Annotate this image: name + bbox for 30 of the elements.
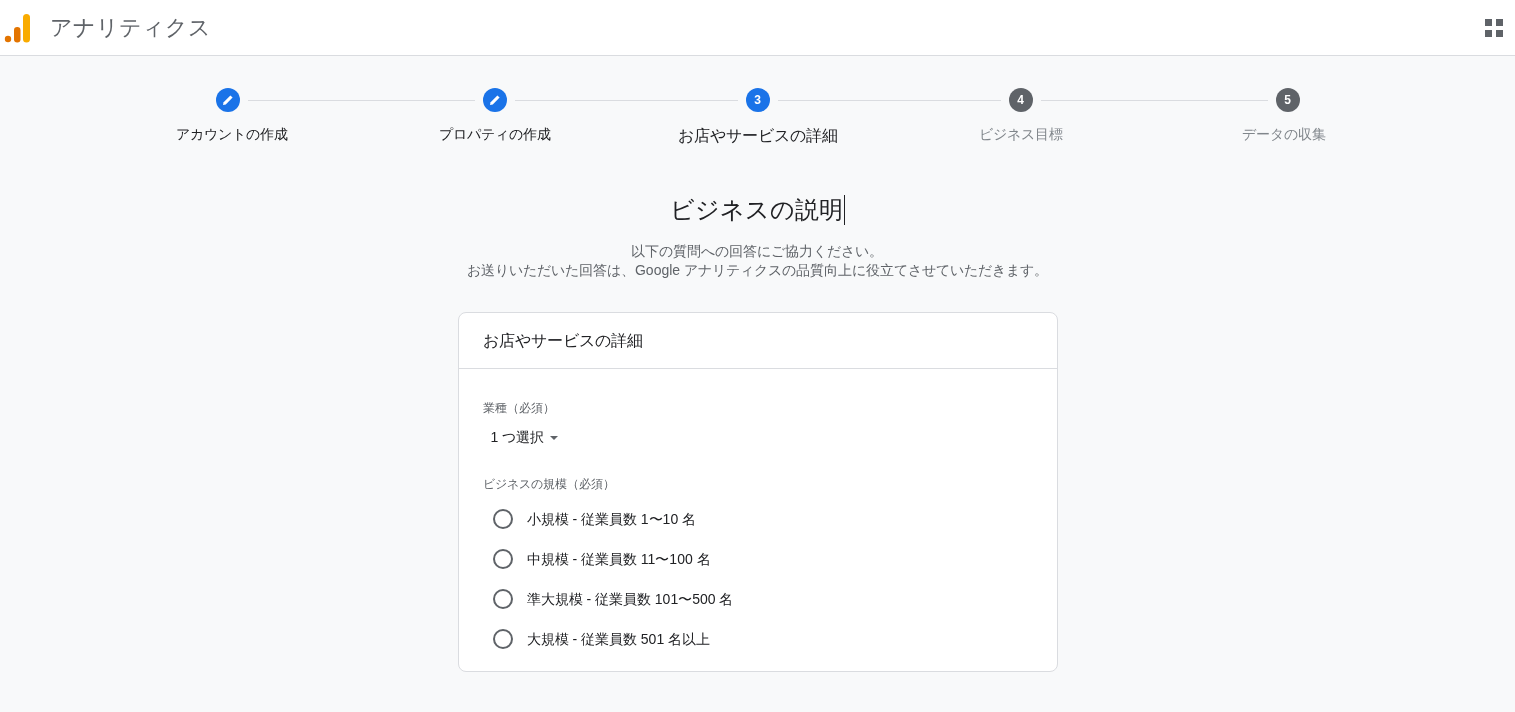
intro-text: お送りいただいた回答は、Google アナリティクスの品質向上に役立てさせていただきます。 xyxy=(466,261,1048,280)
radio-button[interactable] xyxy=(492,589,513,609)
intro-text: 以下の質問への回答にご協力ください。 xyxy=(631,242,884,261)
step-label: プロパティの作成 xyxy=(438,125,551,144)
field-label: 業種（必須） xyxy=(482,400,556,417)
step-number: 5 xyxy=(1275,88,1300,112)
radio-button[interactable] xyxy=(492,549,513,569)
step-label: ビジネス目標 xyxy=(978,125,1063,144)
step-label: お店やサービスの詳細 xyxy=(677,126,838,146)
step-label: アカウントの作成 xyxy=(175,125,288,144)
step-number: 3 xyxy=(745,88,770,112)
card-title: お店やサービスの詳細 xyxy=(482,330,643,351)
caret-icon xyxy=(550,435,559,440)
step-label: データの収集 xyxy=(1241,125,1326,144)
apps-grid-icon[interactable] xyxy=(1485,18,1503,37)
radio-label: 準大規模 - 従業員数 101〜500 名 xyxy=(526,589,734,609)
industry-dropdown[interactable]: 1 つ選択 xyxy=(490,427,559,448)
step-done-pencil-icon xyxy=(215,88,240,112)
text-cursor xyxy=(844,195,845,225)
step-number: 4 xyxy=(1008,88,1033,112)
app-title: アナリティクス xyxy=(50,14,211,42)
radio-label: 中規模 - 従業員数 11〜100 名 xyxy=(526,549,711,569)
page-heading: ビジネスの説明 xyxy=(670,195,843,225)
radio-button[interactable] xyxy=(492,509,513,529)
radio-label: 小規模 - 従業員数 1〜10 名 xyxy=(526,509,697,529)
step-done-pencil-icon xyxy=(482,88,507,112)
radio-label: 大規模 - 従業員数 501 名以上 xyxy=(526,629,711,649)
analytics-logo-icon xyxy=(4,12,32,43)
radio-button[interactable] xyxy=(492,629,513,649)
field-label: ビジネスの規模（必須） xyxy=(482,476,616,493)
